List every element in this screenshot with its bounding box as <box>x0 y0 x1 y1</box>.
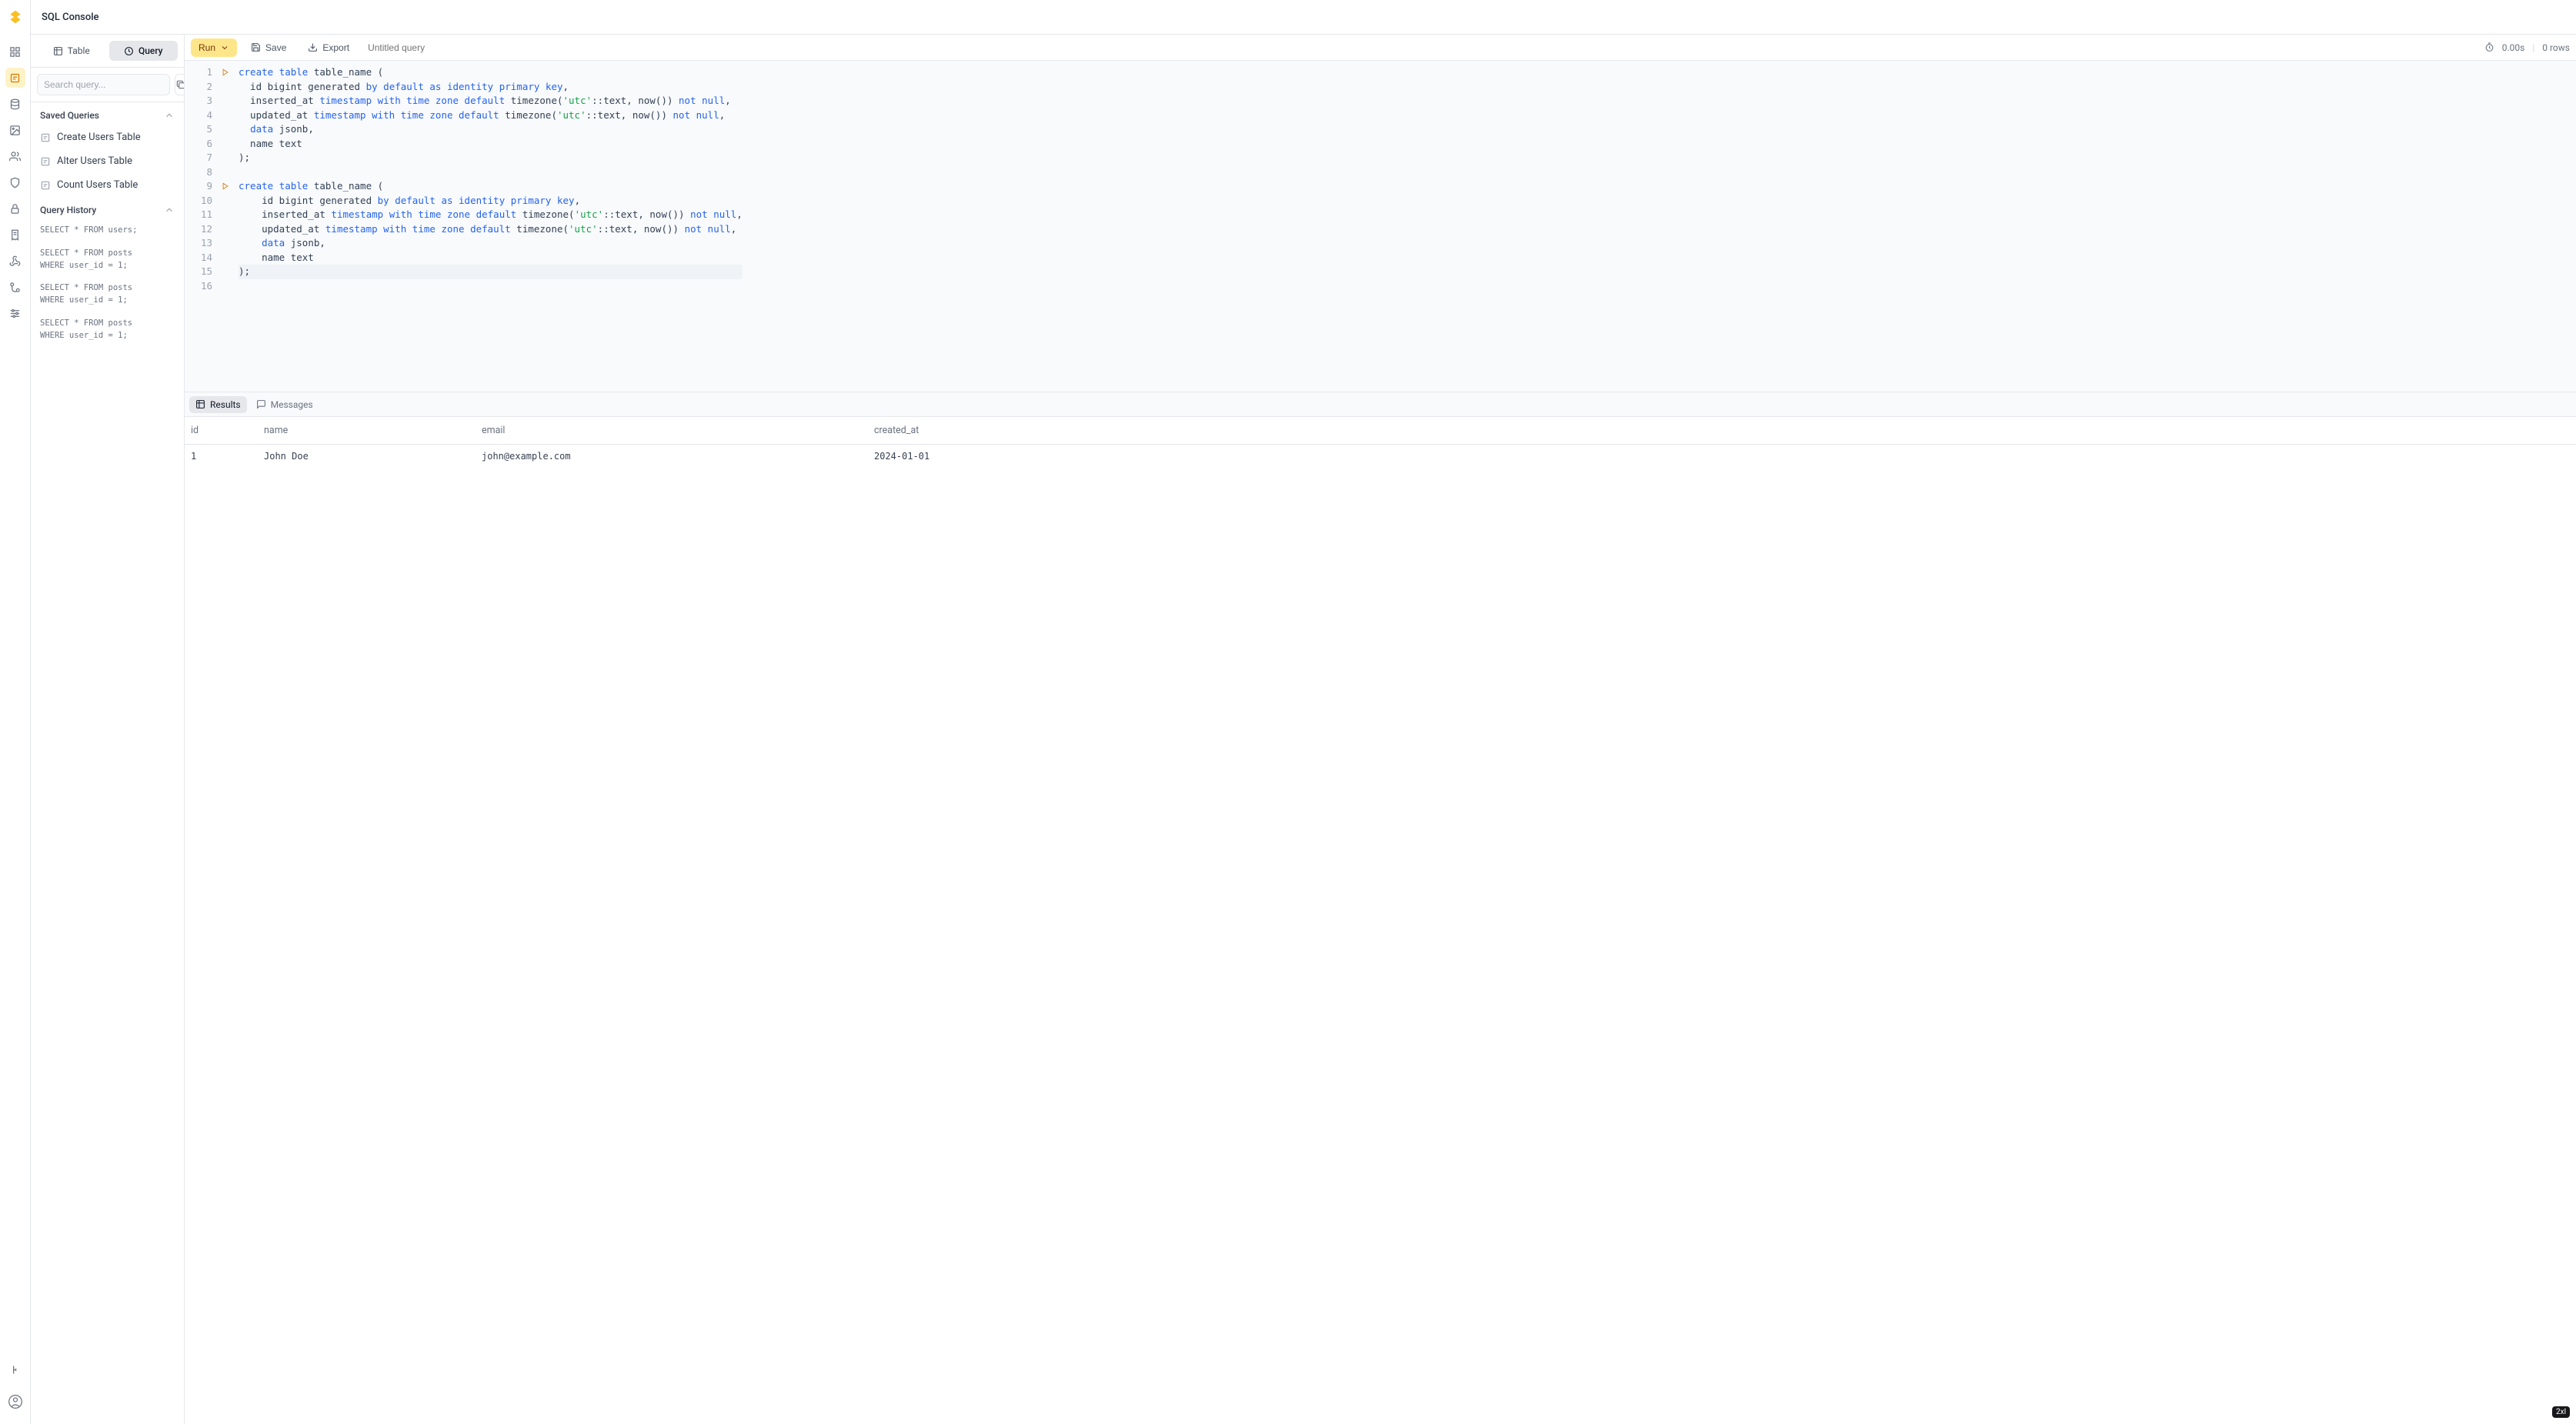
nav-sliders-icon[interactable] <box>5 303 25 323</box>
results-tab-label: Results <box>210 399 241 410</box>
saved-query-item[interactable]: Count Users Table <box>31 173 184 197</box>
saved-query-item[interactable]: Alter Users Table <box>31 149 184 173</box>
run-label: Run <box>199 42 215 53</box>
row-count: 0 rows <box>2542 42 2570 53</box>
run-line-marker[interactable] <box>219 65 232 80</box>
nav-sql-icon[interactable] <box>5 68 25 88</box>
query-time: 0.00s <box>2502 42 2525 53</box>
nav-image-icon[interactable] <box>5 120 25 140</box>
saved-queries-header[interactable]: Saved Queries <box>31 102 184 125</box>
table-header: created_at <box>868 417 2576 445</box>
icon-rail <box>0 0 31 1424</box>
nav-collapse-icon[interactable] <box>5 1359 25 1379</box>
chevron-up-icon <box>164 205 175 215</box>
history-item[interactable]: SELECT * FROM posts WHERE user_id = 1; <box>31 278 184 313</box>
nav-user-profile-icon[interactable] <box>5 1392 25 1412</box>
export-label: Export <box>322 42 349 53</box>
nav-database-icon[interactable] <box>5 94 25 114</box>
table-header: name <box>258 417 475 445</box>
table-cell: john@example.com <box>475 445 868 469</box>
table-cell: 1 <box>185 445 258 469</box>
history-item[interactable]: SELECT * FROM users; <box>31 220 184 243</box>
sidebar: Table Query Saved Queries <box>31 35 185 1424</box>
saved-query-label: Count Users Table <box>57 179 138 191</box>
nav-branch-icon[interactable] <box>5 277 25 297</box>
results-tab[interactable]: Results <box>189 396 247 413</box>
nav-webhook-icon[interactable] <box>5 251 25 271</box>
search-input[interactable] <box>37 74 170 95</box>
tab-table[interactable]: Table <box>37 41 106 61</box>
tab-table-label: Table <box>68 45 90 56</box>
messages-tab[interactable]: Messages <box>250 396 319 413</box>
nav-users-icon[interactable] <box>5 146 25 166</box>
nav-shield-icon[interactable] <box>5 172 25 192</box>
table-row[interactable]: 1John Doejohn@example.com2024-01-01 <box>185 445 2576 469</box>
save-button[interactable]: Save <box>243 38 294 57</box>
chevron-up-icon <box>164 110 175 121</box>
messages-tab-label: Messages <box>271 399 313 410</box>
query-history-header[interactable]: Query History <box>31 197 184 220</box>
table-header: email <box>475 417 868 445</box>
saved-queries-title: Saved Queries <box>40 110 99 121</box>
add-query-button[interactable] <box>175 74 185 95</box>
nav-dashboard-icon[interactable] <box>5 42 25 62</box>
tab-query-label: Query <box>138 45 163 56</box>
breakpoint-badge: 2xl <box>2552 1406 2570 1418</box>
saved-query-label: Alter Users Table <box>57 155 132 167</box>
tab-query[interactable]: Query <box>109 41 179 61</box>
results-tab-bar: Results Messages <box>185 392 2576 416</box>
table-cell: John Doe <box>258 445 475 469</box>
nav-lock-icon[interactable] <box>5 198 25 218</box>
app-logo[interactable] <box>6 8 25 26</box>
page-title: SQL Console <box>42 12 99 23</box>
saved-query-label: Create Users Table <box>57 132 141 143</box>
run-line-marker[interactable] <box>219 179 232 194</box>
query-name-input[interactable] <box>363 39 479 56</box>
page-header: SQL Console <box>31 0 2576 35</box>
nav-receipt-icon[interactable] <box>5 225 25 245</box>
export-button[interactable]: Export <box>300 38 357 57</box>
history-item[interactable]: SELECT * FROM posts WHERE user_id = 1; <box>31 243 184 278</box>
results-table: idnameemailcreated_at 1John Doejohn@exam… <box>185 417 2576 468</box>
editor-toolbar: Run Save Export <box>185 35 2576 61</box>
sql-editor[interactable]: 12345678910111213141516 create table tab… <box>185 61 2576 392</box>
table-header: id <box>185 417 258 445</box>
saved-query-item[interactable]: Create Users Table <box>31 125 184 149</box>
timer-icon <box>2484 42 2494 52</box>
history-item[interactable]: SELECT * FROM posts WHERE user_id = 1; <box>31 313 184 348</box>
query-history-title: Query History <box>40 205 96 215</box>
table-cell: 2024-01-01 <box>868 445 2576 469</box>
run-button[interactable]: Run <box>191 38 237 57</box>
save-label: Save <box>265 42 286 53</box>
